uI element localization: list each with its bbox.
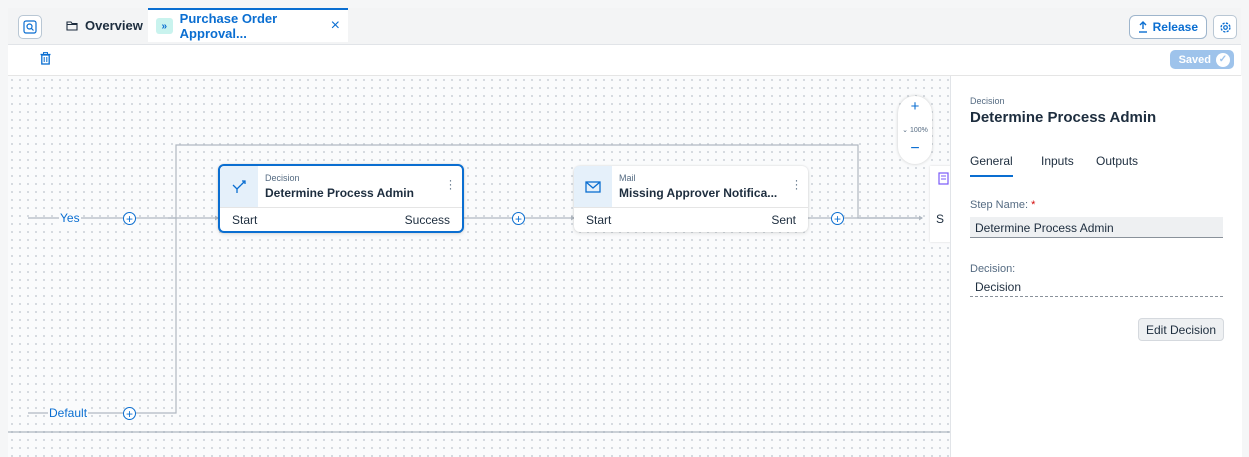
zoom-out-button[interactable]: −	[898, 140, 932, 158]
add-step-icon[interactable]: +	[512, 212, 525, 225]
search-process-button[interactable]	[18, 15, 42, 39]
node-end-label: Sent	[771, 213, 796, 227]
tab-purchase-order-approval[interactable]: » Purchase Order Approval... ×	[148, 8, 348, 42]
more-options-icon[interactable]: · · ·	[448, 174, 453, 194]
branch-label-yes[interactable]: Yes	[59, 211, 81, 225]
close-icon[interactable]: ×	[331, 17, 340, 35]
connector-lines	[8, 144, 950, 433]
node-start-label: Start	[232, 213, 258, 227]
decision-label: Decision:	[970, 263, 1016, 275]
step-name-label-text: Step Name:	[970, 199, 1029, 211]
properties-panel: Decision Determine Process Admin General…	[950, 76, 1242, 457]
node-title: Determine Process Admin	[265, 186, 414, 200]
form-icon	[938, 172, 949, 185]
panel-title: Determine Process Admin	[970, 109, 1157, 126]
node-end-label: Success	[404, 213, 450, 227]
step-name-input[interactable]: Determine Process Admin	[970, 217, 1223, 238]
saved-status-badge: Saved ✓	[1169, 50, 1234, 69]
node-type-label: Decision	[265, 173, 300, 183]
tab-overview-label: Overview	[85, 18, 143, 33]
zoom-in-button[interactable]: +	[898, 98, 932, 115]
tab-active-label: Purchase Order Approval...	[179, 11, 278, 41]
node-type-label: Mail	[619, 173, 636, 183]
decision-field: Decision	[970, 276, 1223, 297]
step-name-label: Step Name: *	[970, 199, 1035, 211]
gear-icon	[1219, 21, 1231, 33]
search-icon	[23, 20, 37, 34]
add-step-icon[interactable]: +	[123, 407, 136, 420]
release-button[interactable]: Release	[1128, 15, 1207, 39]
process-canvas[interactable]: Yes Default + + + + Decision Determine P…	[8, 76, 950, 457]
step-node-mail[interactable]: Mail Missing Approver Notifica... · · · St…	[574, 166, 808, 232]
mail-icon	[574, 166, 612, 207]
upload-icon	[1138, 21, 1147, 33]
decision-icon	[220, 166, 258, 207]
trash-icon	[40, 52, 51, 65]
add-step-icon[interactable]: +	[831, 212, 844, 225]
node-footer: Start Success	[220, 207, 462, 232]
saved-label: Saved	[1178, 53, 1211, 66]
node-title: Missing Approver Notifica...	[619, 186, 778, 200]
chevron-down-icon: ⌄	[902, 127, 910, 134]
node-header: Decision Determine Process Admin · · ·	[220, 166, 462, 207]
node-start-label: Start	[586, 213, 612, 227]
tab-overview[interactable]: Overview	[58, 8, 151, 43]
settings-button[interactable]	[1213, 15, 1237, 39]
edit-decision-button[interactable]: Edit Decision	[1137, 318, 1224, 341]
step-node-decision[interactable]: Decision Determine Process Admin · · · Sta…	[218, 164, 464, 233]
node-footer: Start Sent	[574, 207, 808, 232]
tab-inputs[interactable]: Inputs	[1041, 154, 1074, 168]
step-node-partial[interactable]: S	[930, 166, 950, 242]
node-header: Mail Missing Approver Notifica... · · ·	[574, 166, 808, 207]
zoom-level-select[interactable]: ⌄ 100%	[898, 126, 932, 134]
process-icon: »	[156, 18, 173, 34]
folder-icon	[66, 21, 78, 31]
checkmark-icon: ✓	[1216, 52, 1230, 67]
node-start-label: S	[936, 212, 945, 226]
zoom-control: + ⌄ 100% −	[898, 96, 932, 164]
release-label: Release	[1152, 20, 1198, 34]
required-marker: *	[1031, 199, 1036, 211]
branch-label-default[interactable]: Default	[48, 406, 89, 420]
panel-step-type: Decision	[970, 96, 1005, 106]
editor-toolbar: Saved ✓	[8, 45, 1241, 76]
add-step-icon[interactable]: +	[123, 212, 136, 225]
delete-button[interactable]	[40, 52, 51, 70]
more-options-icon[interactable]: · · ·	[794, 174, 799, 194]
tab-outputs[interactable]: Outputs	[1096, 154, 1138, 168]
zoom-level-value: 100%	[909, 127, 928, 134]
tab-bar: Overview » Purchase Order Approval... × …	[8, 8, 1241, 45]
tab-general[interactable]: General	[970, 154, 1013, 177]
